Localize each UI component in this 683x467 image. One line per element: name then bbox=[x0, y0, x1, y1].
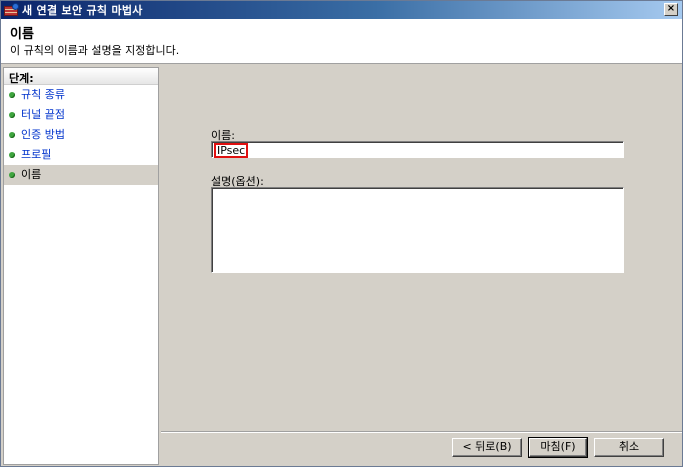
back-button[interactable]: < 뒤로(B) bbox=[452, 438, 522, 457]
title-bar[interactable]: 새 연결 보안 규칙 마법사 × bbox=[1, 1, 682, 19]
step-label: 규칙 종류 bbox=[21, 88, 65, 101]
step-profile[interactable]: 프로필 bbox=[4, 145, 158, 165]
description-textarea[interactable] bbox=[211, 187, 624, 273]
page-header: 이름 이 규칙의 이름과 설명을 지정합니다. bbox=[1, 19, 682, 64]
step-status-icon bbox=[9, 172, 15, 178]
firewall-icon bbox=[4, 3, 19, 16]
button-divider bbox=[161, 431, 682, 433]
wizard-window: 새 연결 보안 규칙 마법사 × 이름 이 규칙의 이름과 설명을 지정합니다.… bbox=[0, 0, 683, 467]
step-name[interactable]: 이름 bbox=[4, 165, 158, 185]
form-area: 이름: IPsec 설명(옵션): bbox=[161, 67, 682, 431]
step-status-icon bbox=[9, 92, 15, 98]
step-auth-method[interactable]: 인증 방법 bbox=[4, 125, 158, 145]
finish-button[interactable]: 마침(F) bbox=[528, 437, 588, 458]
name-input[interactable]: IPsec bbox=[211, 141, 624, 158]
step-label: 터널 끝점 bbox=[21, 108, 65, 121]
name-value: IPsec bbox=[214, 143, 249, 158]
step-label: 프로필 bbox=[21, 148, 52, 161]
step-status-icon bbox=[9, 132, 15, 138]
page-title: 이름 bbox=[10, 27, 34, 42]
page-description: 이 규칙의 이름과 설명을 지정합니다. bbox=[10, 44, 180, 57]
close-button[interactable]: × bbox=[664, 3, 678, 16]
steps-sidebar: 단계: 규칙 종류 터널 끝점 인증 방법 프로필 이름 bbox=[3, 67, 159, 465]
cancel-button[interactable]: 취소 bbox=[594, 438, 664, 457]
step-rule-type[interactable]: 규칙 종류 bbox=[4, 85, 158, 105]
step-label: 이름 bbox=[21, 168, 42, 181]
step-label: 인증 방법 bbox=[21, 128, 65, 141]
steps-heading: 단계: bbox=[4, 68, 158, 85]
step-status-icon bbox=[9, 152, 15, 158]
step-tunnel-endpoints[interactable]: 터널 끝점 bbox=[4, 105, 158, 125]
step-status-icon bbox=[9, 112, 15, 118]
window-title: 새 연결 보안 규칙 마법사 bbox=[22, 4, 143, 17]
